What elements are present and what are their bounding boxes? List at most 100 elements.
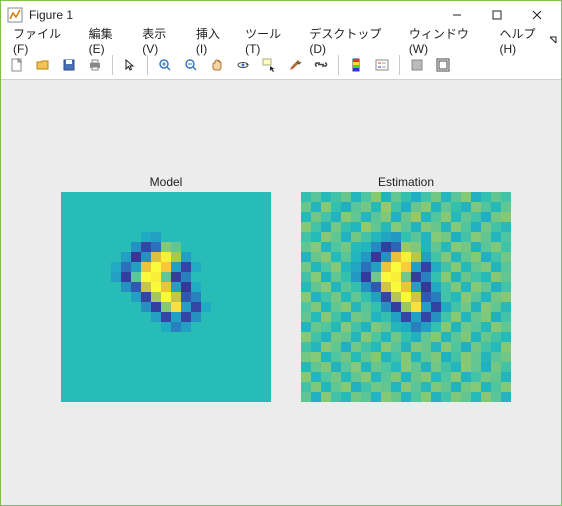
heatmap-cell [101,322,111,332]
menu-window[interactable]: ウィンドウ(W) [401,23,492,58]
heatmap-cell [391,372,401,382]
heatmap-cell [501,222,511,232]
heatmap-cell [91,392,101,402]
menu-view[interactable]: 表示(V) [134,23,188,58]
heatmap-cell [351,332,361,342]
heatmap-cell [131,252,141,262]
heatmap-cell [61,342,71,352]
heatmap-cell [301,242,311,252]
heatmap-cell [231,322,241,332]
heatmap-cell [411,192,421,202]
heatmap-cell [101,252,111,262]
heatmap-cell [181,302,191,312]
heatmap-cell [331,312,341,322]
heatmap-cell [101,242,111,252]
menu-edit[interactable]: 編集(E) [81,23,135,58]
heatmap-cell [321,252,331,262]
heatmap-cell [361,222,371,232]
heatmap-cell [421,202,431,212]
heatmap-cell [471,382,481,392]
heatmap-cell [161,322,171,332]
heatmap-cell [351,392,361,402]
heatmap-cell [161,292,171,302]
heatmap-cell [381,372,391,382]
heatmap-cell [311,202,321,212]
heatmap-cell [331,262,341,272]
heatmap-cell [491,222,501,232]
heatmap-cell [301,322,311,332]
heatmap-cell [231,282,241,292]
heatmap-cell [211,192,221,202]
heatmap-cell [231,342,241,352]
heatmap-cell [441,362,451,372]
heatmap-cell [341,322,351,332]
heatmap-cell [101,332,111,342]
heatmap-cell [221,332,231,342]
heatmap-cell [211,202,221,212]
heatmap-cell [61,352,71,362]
heatmap-cell [381,272,391,282]
heatmap-cell [161,262,171,272]
heatmap-cell [81,222,91,232]
figure-area[interactable]: Model Estimation [1,80,561,505]
heatmap-cell [131,222,141,232]
heatmap-cell [431,222,441,232]
heatmap-cell [91,192,101,202]
heatmap-cell [421,192,431,202]
heatmap-cell [241,282,251,292]
heatmap-cell [331,282,341,292]
heatmap-cell [391,352,401,362]
heatmap-cell [261,232,271,242]
heatmap-cell [201,272,211,282]
heatmap-cell [121,192,131,202]
heatmap-cell [241,292,251,302]
menu-insert[interactable]: 挿入(I) [188,23,237,58]
heatmap-cell [431,342,441,352]
heatmap-cell [421,212,431,222]
heatmap-cell [111,292,121,302]
heatmap-cell [341,202,351,212]
heatmap-cell [61,192,71,202]
heatmap-cell [131,332,141,342]
heatmap-cell [141,392,151,402]
more-menu-icon[interactable] [549,33,557,47]
heatmap-cell [411,202,421,212]
heatmap-cell [461,242,471,252]
heatmap-cell [321,282,331,292]
menu-desktop[interactable]: デスクトップ(D) [301,23,400,58]
menu-tools[interactable]: ツール(T) [237,23,301,58]
heatmap-cell [201,282,211,292]
heatmap-cell [91,212,101,222]
menu-help[interactable]: ヘルプ(H) [491,23,557,58]
heatmap-cell [111,312,121,322]
heatmap-cell [91,312,101,322]
heatmap-cell [251,282,261,292]
heatmap-cell [191,382,201,392]
heatmap-cell [431,332,441,342]
heatmap-cell [251,392,261,402]
heatmap-cell [81,302,91,312]
heatmap-cell [461,352,471,362]
heatmap-cell [231,222,241,232]
heatmap-model[interactable] [61,192,271,402]
heatmap-cell [251,342,261,352]
heatmap-cell [481,352,491,362]
menubar: ファイル(F) 編集(E) 表示(V) 挿入(I) ツール(T) デスクトップ(… [1,29,561,51]
heatmap-cell [481,222,491,232]
heatmap-cell [301,202,311,212]
heatmap-cell [101,202,111,212]
heatmap-cell [501,362,511,372]
heatmap-cell [131,242,141,252]
heatmap-cell [391,272,401,282]
heatmap-cell [121,352,131,362]
heatmap-cell [81,242,91,252]
heatmap-cell [251,202,261,212]
menu-file[interactable]: ファイル(F) [5,23,81,58]
heatmap-cell [81,232,91,242]
heatmap-cell [471,222,481,232]
heatmap-cell [481,382,491,392]
heatmap-cell [461,332,471,342]
heatmap-estimation[interactable] [301,192,511,402]
heatmap-cell [351,352,361,362]
heatmap-cell [201,252,211,262]
